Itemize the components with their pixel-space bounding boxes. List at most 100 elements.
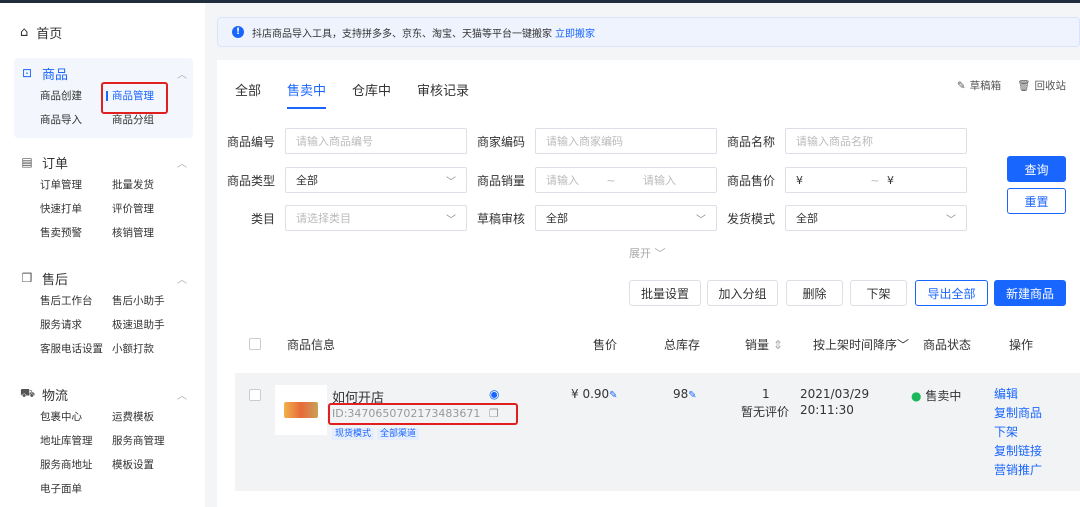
product-thumbnail[interactable]: [275, 385, 327, 435]
notice-link[interactable]: 立即搬家: [555, 25, 595, 40]
chevron-up-icon[interactable]: ︿: [177, 271, 187, 286]
col-price: 售价: [593, 337, 618, 352]
filter-row-3: 类目 请选择类目 ﹀ 草稿审核 全部 ﹀ 发货模式 全部 ﹀: [217, 205, 967, 231]
thumbnail-art: [284, 402, 318, 418]
col-info: 商品信息: [287, 337, 336, 352]
recycle-bin-link[interactable]: 🗑 回收站: [1017, 78, 1066, 93]
nav-item[interactable]: 模板设置: [112, 453, 192, 477]
nav-item[interactable]: 核销管理: [112, 221, 192, 245]
offline-link[interactable]: 下架: [994, 423, 1042, 442]
edit-icon[interactable]: ✎: [688, 390, 696, 401]
group-label: 售后: [42, 272, 69, 288]
edit-link[interactable]: 编辑: [994, 385, 1042, 404]
chevron-down-icon: ﹀: [896, 337, 909, 352]
chevron-down-icon: ﹀: [946, 214, 956, 226]
select-all-checkbox[interactable]: [249, 338, 261, 350]
merchant-code-input[interactable]: 请输入商家编码: [535, 128, 717, 154]
chevron-up-icon[interactable]: ︿: [177, 387, 187, 402]
filter-row-1: 商品编号 请输入商品编号 商家编码 请输入商家编码 商品名称 请输入商品名称: [217, 128, 967, 154]
tab-all[interactable]: 全部: [235, 80, 261, 109]
create-product-button[interactable]: 新建商品: [994, 280, 1066, 306]
tab-warehouse[interactable]: 仓库中: [352, 80, 391, 109]
filter-row-2: 商品类型 全部 ﹀ 商品销量 请输入 ~ 请输入 商品售价 ¥ ~ ¥: [217, 167, 967, 193]
nav-item[interactable]: 地址库管理: [40, 429, 112, 453]
copy-url-link[interactable]: 复制链接: [994, 442, 1042, 461]
filter-label: 发货模式: [726, 211, 775, 226]
nav-item[interactable]: 运费模板: [112, 405, 192, 429]
col-time-sort[interactable]: 按上架时间降序﹀: [813, 336, 909, 353]
category-select[interactable]: 请选择类目 ﹀: [285, 205, 467, 231]
draft-box-link[interactable]: ✎ 草稿箱: [957, 78, 1001, 93]
chevron-up-icon[interactable]: ︿: [177, 66, 187, 81]
nav-item[interactable]: 快速打单: [40, 197, 112, 221]
group-label: 商品: [42, 67, 69, 83]
row-checkbox[interactable]: [249, 389, 261, 401]
tab-on-sale[interactable]: 售卖中: [287, 80, 327, 109]
review-text: 暂无评价: [741, 405, 790, 419]
placeholder: 请输入: [546, 174, 579, 187]
add-group-button[interactable]: 加入分组: [707, 280, 778, 306]
recycle-label: 回收站: [1034, 80, 1067, 92]
nav-group-orders-head[interactable]: ▤ 订单 ︿: [14, 151, 193, 173]
nav-item[interactable]: 售卖预警: [40, 221, 112, 245]
nav-item[interactable]: 极速退助手: [112, 313, 192, 337]
sidebar: ⌂ 首页 ⊡ 商品 ︿ 商品创建 商品管理 商品导入 商品分组 ▤ 订单 ︿ 订…: [0, 3, 205, 507]
offline-button[interactable]: 下架: [850, 280, 907, 306]
chevron-up-icon[interactable]: ︿: [177, 155, 187, 170]
marketing-link[interactable]: 营销推广: [994, 461, 1042, 480]
status-dot-icon: ●: [911, 389, 922, 403]
edit-icon[interactable]: ✎: [609, 390, 617, 401]
nav-group-aftersale: ❒ 售后 ︿ 售后工作台 售后小助手 服务请求 极速退助手 客服电话设置 小额打…: [14, 267, 193, 361]
nav-item[interactable]: 小额打款: [112, 337, 192, 361]
expand-label: 展开: [629, 247, 651, 260]
copy-product-link[interactable]: 复制商品: [994, 404, 1042, 423]
nav-home[interactable]: ⌂ 首页: [20, 23, 62, 42]
nav-group-orders: ▤ 订单 ︿ 订单管理 批量发货 快速打单 评价管理 售卖预警 核销管理: [14, 151, 193, 245]
range-separator: ~: [606, 173, 616, 187]
col-sales-label: 销量: [745, 337, 770, 352]
nav-group-aftersale-head[interactable]: ❒ 售后 ︿: [14, 267, 193, 289]
sales-range-input[interactable]: 请输入 ~ 请输入: [535, 167, 717, 193]
export-all-button[interactable]: 导出全部: [915, 280, 988, 306]
nav-item[interactable]: 售后工作台: [40, 289, 112, 313]
col-ops: 操作: [1009, 337, 1034, 352]
ship-mode-select[interactable]: 全部 ﹀: [785, 205, 967, 231]
col-sales[interactable]: 销量 ⇕: [745, 336, 783, 353]
nav-item[interactable]: 服务商管理: [112, 429, 192, 453]
nav-group-logistics-head[interactable]: ⛟ 物流 ︿: [14, 383, 193, 405]
filter-label: 商品类型: [226, 173, 275, 188]
nav-item[interactable]: 评价管理: [112, 197, 192, 221]
col-stock: 总库存: [664, 337, 701, 352]
col-time-label: 按上架时间降序: [812, 337, 897, 352]
expand-toggle[interactable]: 展开 ﹀: [629, 245, 666, 261]
audit-select[interactable]: 全部 ﹀: [535, 205, 717, 231]
price-range-input[interactable]: ¥ ~ ¥: [785, 167, 967, 193]
filter-label: 商家编码: [476, 134, 525, 149]
delete-button[interactable]: 删除: [786, 280, 843, 306]
query-button[interactable]: 查询: [1007, 156, 1066, 182]
product-type-select[interactable]: 全部 ﹀: [285, 167, 467, 193]
nav-item[interactable]: 售后小助手: [112, 289, 192, 313]
filter-label: 商品名称: [726, 134, 775, 149]
nav-item[interactable]: 服务请求: [40, 313, 112, 337]
main-panel: 全部 售卖中 仓库中 审核记录 ✎ 草稿箱 🗑 回收站 商品编号 请输入商品编号 商…: [217, 60, 1080, 507]
nav-item[interactable]: 订单管理: [40, 173, 112, 197]
notice-text: 抖店商品导入工具，支持拼多多、京东、淘宝、天猫等平台一键搬家: [252, 28, 552, 40]
listing-date: 2021/03/29: [800, 387, 870, 401]
nav-item[interactable]: 电子面单: [40, 477, 112, 501]
product-name-input[interactable]: 请输入商品名称: [785, 128, 967, 154]
eye-icon[interactable]: ◉: [489, 387, 499, 401]
product-code-input[interactable]: 请输入商品编号: [285, 128, 467, 154]
nav-group-goods-head[interactable]: ⊡ 商品 ︿: [14, 62, 193, 84]
batch-setting-button[interactable]: 批量设置: [629, 280, 701, 306]
nav-item[interactable]: 客服电话设置: [40, 337, 112, 361]
nav-item[interactable]: 服务商地址: [40, 453, 112, 477]
tab-audit-record[interactable]: 审核记录: [417, 80, 469, 109]
nav-item[interactable]: 包裹中心: [40, 405, 112, 429]
stock-value: 98✎: [673, 387, 697, 401]
row-actions: 编辑 复制商品 下架 复制链接 营销推广: [994, 385, 1042, 480]
reset-button[interactable]: 重置: [1007, 188, 1066, 214]
nav-item[interactable]: 批量发货: [112, 173, 192, 197]
select-value: 全部: [546, 212, 568, 225]
select-value: 全部: [296, 174, 318, 187]
